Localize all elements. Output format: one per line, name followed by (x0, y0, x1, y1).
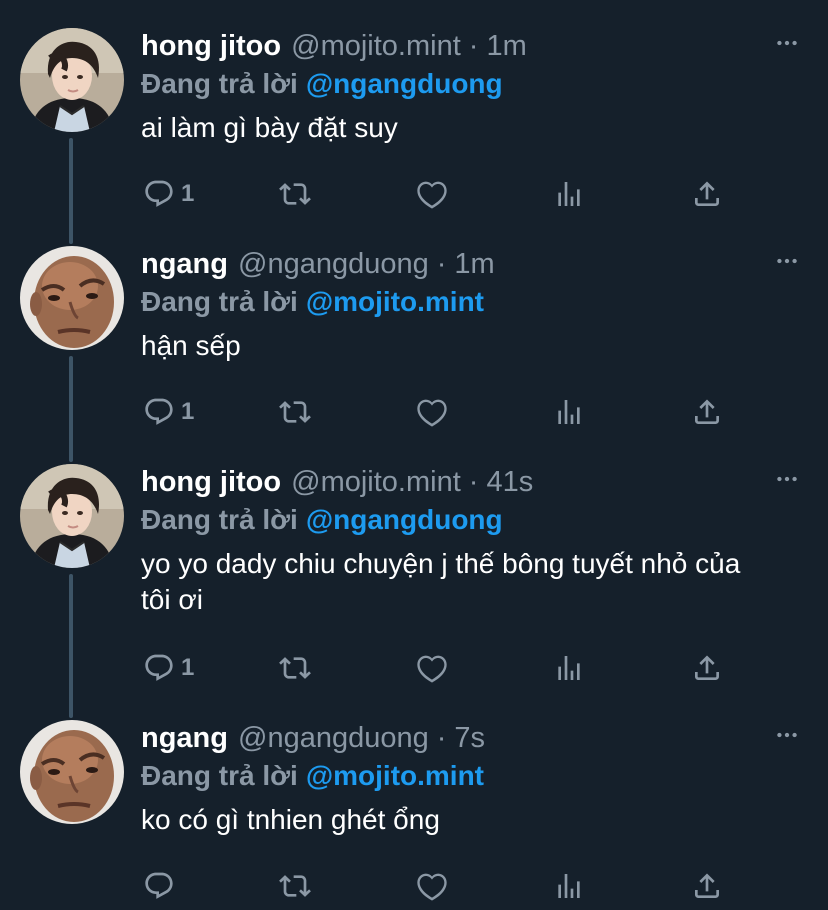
user-handle[interactable]: @mojito.mint (291, 30, 461, 63)
like-icon (416, 870, 448, 902)
display-name[interactable]: hong jitoo (141, 466, 281, 499)
more-options-button[interactable] (772, 720, 802, 750)
replying-to-label: Đang trả lời (141, 760, 298, 791)
tweet-actions (141, 868, 741, 904)
analytics-icon (553, 396, 585, 428)
tweet-actions: 1 (141, 176, 741, 212)
reply-button[interactable] (143, 868, 181, 904)
retweet-button[interactable] (279, 650, 311, 686)
replying-to-handle[interactable]: @mojito.mint (306, 760, 484, 792)
more-horizontal-icon (774, 466, 800, 492)
share-icon (691, 652, 723, 684)
timestamp[interactable]: 1m (486, 30, 526, 63)
tweet-text: yo yo dady chiu chuyện j thế bông tuyết … (141, 548, 741, 615)
reply-button[interactable]: 1 (143, 394, 194, 430)
tweet-header: hong jitoo @mojito.mint · 41s (141, 464, 808, 500)
replying-to: Đang trả lời @mojito.mint (141, 756, 808, 796)
user-handle[interactable]: @ngangduong (238, 248, 429, 281)
share-button[interactable] (691, 176, 723, 212)
analytics-icon (553, 870, 585, 902)
share-icon (691, 178, 723, 210)
replying-to-handle[interactable]: @mojito.mint (306, 286, 484, 318)
like-button[interactable] (416, 176, 448, 212)
replying-to: Đang trả lời @mojito.mint (141, 282, 808, 322)
reply-count: 1 (181, 654, 195, 681)
more-options-button[interactable] (772, 28, 802, 58)
avatar[interactable] (20, 720, 124, 824)
reply-icon (143, 870, 175, 902)
share-icon (691, 396, 723, 428)
like-button[interactable] (416, 394, 448, 430)
like-button[interactable] (416, 868, 448, 904)
reply-count: 1 (181, 398, 195, 425)
analytics-button[interactable] (553, 176, 585, 212)
analytics-icon (553, 652, 585, 684)
tweet-text: ko có gì tnhien ghét ổng (141, 804, 440, 835)
avatar[interactable] (20, 464, 124, 568)
display-name[interactable]: ngang (141, 722, 228, 755)
like-icon (416, 178, 448, 210)
replying-to-label: Đang trả lời (141, 68, 298, 99)
reply-button[interactable]: 1 (143, 176, 194, 212)
tweet-text: ai làm gì bày đặt suy (141, 112, 398, 143)
reply-button[interactable]: 1 (143, 650, 194, 686)
more-horizontal-icon (774, 722, 800, 748)
retweet-button[interactable] (279, 868, 311, 904)
reply-icon (143, 178, 175, 210)
analytics-button[interactable] (553, 650, 585, 686)
timestamp[interactable]: 7s (454, 722, 485, 755)
more-horizontal-icon (774, 248, 800, 274)
user-handle[interactable]: @ngangduong (238, 722, 429, 755)
share-icon (691, 870, 723, 902)
timestamp[interactable]: 1m (454, 248, 494, 281)
avatar[interactable] (20, 28, 124, 132)
thread-connector-line (69, 574, 73, 718)
analytics-button[interactable] (553, 868, 585, 904)
tweet-actions: 1 (141, 394, 741, 430)
replying-to-label: Đang trả lời (141, 504, 298, 535)
reply-icon (143, 396, 175, 428)
tweet-thread: hong jitoo @mojito.mint · 1m Đang trả lờ… (0, 0, 828, 910)
separator-dot: · (468, 29, 479, 62)
reply-icon (143, 652, 175, 684)
more-options-button[interactable] (772, 464, 802, 494)
tweet-actions: 1 (141, 650, 741, 686)
replying-to-handle[interactable]: @ngangduong (306, 504, 503, 536)
timestamp[interactable]: 41s (486, 466, 533, 499)
user-handle[interactable]: @mojito.mint (291, 466, 461, 499)
retweet-icon (279, 652, 311, 684)
analytics-button[interactable] (553, 394, 585, 430)
retweet-icon (279, 396, 311, 428)
separator-dot: · (436, 721, 447, 754)
replying-to-label: Đang trả lời (141, 286, 298, 317)
share-button[interactable] (691, 650, 723, 686)
tweet-header: ngang @ngangduong · 7s (141, 720, 808, 756)
like-icon (416, 652, 448, 684)
tweet-text: hận sếp (141, 330, 241, 361)
more-horizontal-icon (774, 30, 800, 56)
retweet-button[interactable] (279, 394, 311, 430)
avatar[interactable] (20, 246, 124, 350)
tweet-header: ngang @ngangduong · 1m (141, 246, 808, 282)
retweet-icon (279, 870, 311, 902)
replying-to: Đang trả lời @ngangduong (141, 500, 808, 540)
like-button[interactable] (416, 650, 448, 686)
analytics-icon (553, 178, 585, 210)
share-button[interactable] (691, 394, 723, 430)
separator-dot: · (468, 465, 479, 498)
thread-connector-line (69, 138, 73, 244)
display-name[interactable]: ngang (141, 248, 228, 281)
tweet-header: hong jitoo @mojito.mint · 1m (141, 28, 808, 64)
thread-connector-line (69, 356, 73, 462)
retweet-icon (279, 178, 311, 210)
like-icon (416, 396, 448, 428)
separator-dot: · (436, 247, 447, 280)
replying-to-handle[interactable]: @ngangduong (306, 68, 503, 100)
reply-count: 1 (181, 180, 195, 207)
retweet-button[interactable] (279, 176, 311, 212)
replying-to: Đang trả lời @ngangduong (141, 64, 808, 104)
more-options-button[interactable] (772, 246, 802, 276)
display-name[interactable]: hong jitoo (141, 30, 281, 63)
share-button[interactable] (691, 868, 723, 904)
